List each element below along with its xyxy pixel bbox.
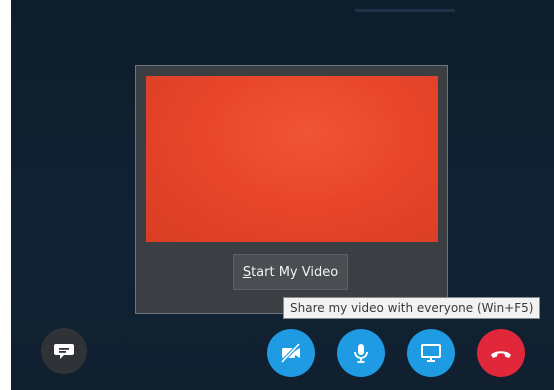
app-window: Start My Video Share my video with every… [0,0,554,390]
start-video-mnemonic: S [242,264,252,280]
monitor-icon [421,344,441,362]
microphone-button[interactable] [337,329,385,377]
chat-button[interactable] [41,328,87,374]
share-screen-button[interactable] [407,329,455,377]
microphone-icon [354,344,368,363]
phone-hangup-icon [491,351,511,358]
top-indicator [355,9,455,12]
video-preview-panel: Start My Video [135,65,448,314]
start-video-label: tart My Video [251,264,339,280]
video-off-icon [280,342,301,364]
hang-up-button[interactable] [477,329,525,377]
call-stage: Start My Video [11,0,554,390]
video-toggle-button[interactable] [267,329,315,377]
camera-preview [146,76,438,242]
chat-bubble-icon [54,344,74,359]
start-my-video-button[interactable]: Start My Video [233,254,348,290]
share-video-tooltip: Share my video with everyone (Win+F5) [283,297,541,319]
